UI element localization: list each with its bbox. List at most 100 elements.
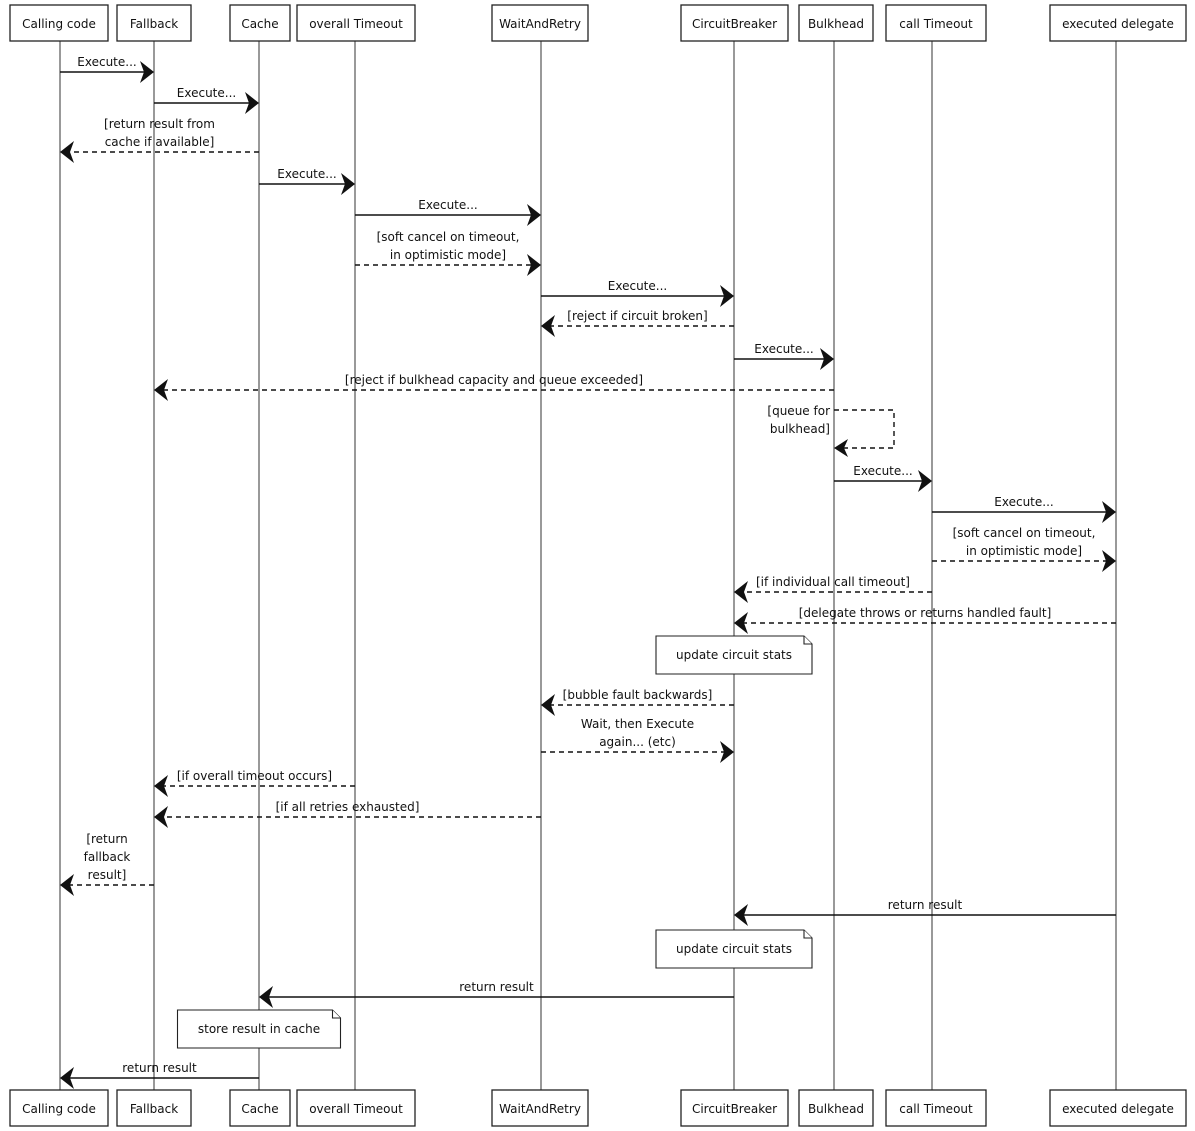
message: Execute...: [834, 464, 932, 492]
message: [if all retries exhausted]: [154, 800, 541, 828]
message: [return result from cache if available]: [60, 117, 259, 163]
participant-top: CircuitBreaker: [680, 4, 789, 42]
note: update circuit stats: [655, 635, 813, 675]
participant-label: call Timeout: [899, 17, 973, 31]
arrowhead: [154, 806, 168, 828]
note: store result in cache: [176, 1009, 342, 1049]
message-label: fallback: [84, 850, 131, 864]
message-label: [queue for: [767, 404, 830, 418]
message-label: Execute...: [77, 55, 136, 69]
participant-label: Fallback: [130, 1102, 178, 1116]
participant-bottom: Calling code: [9, 1089, 109, 1127]
message-label: [soft cancel on timeout,: [953, 526, 1096, 540]
message: Execute...: [541, 279, 734, 307]
message-label: [reject if bulkhead capacity and queue e…: [345, 373, 643, 387]
message-label: Execute...: [754, 342, 813, 356]
sequence-diagram: Calling code Calling code Fallback Fallback…: [9, 4, 1187, 1127]
participant-top: overall Timeout: [296, 4, 416, 42]
message-label: return result: [459, 980, 534, 994]
participant-label: Calling code: [22, 1102, 96, 1116]
participant-label: overall Timeout: [309, 1102, 403, 1116]
participant-bottom: WaitAndRetry: [491, 1089, 589, 1127]
message: [if individual call timeout]: [734, 575, 932, 603]
participant-top: Fallback: [116, 4, 192, 42]
participant-label: executed delegate: [1062, 1102, 1174, 1116]
message-label: result]: [88, 868, 127, 882]
message: [reject if bulkhead capacity and queue e…: [154, 373, 834, 401]
participant-bottom: Cache: [229, 1089, 291, 1127]
message: Wait, then Execute again... (etc): [541, 717, 734, 763]
participant-top: Calling code: [9, 4, 109, 42]
participant-label: Bulkhead: [808, 1102, 864, 1116]
message: [delegate throws or returns handled faul…: [734, 606, 1116, 634]
participant-bottom: Bulkhead: [798, 1089, 874, 1127]
message: Execute...: [60, 55, 154, 83]
message: return result: [60, 1061, 259, 1089]
participant-top: call Timeout: [885, 4, 987, 42]
participant-top: Cache: [229, 4, 291, 42]
note: update circuit stats: [655, 929, 813, 969]
message-label: cache if available]: [105, 135, 215, 149]
message-label: [if individual call timeout]: [756, 575, 910, 589]
participant-label: WaitAndRetry: [499, 17, 581, 31]
message: [if overall timeout occurs]: [154, 769, 355, 797]
participant-bottom: executed delegate: [1049, 1089, 1187, 1127]
message: return result: [734, 898, 1116, 926]
participant-label: Fallback: [130, 17, 178, 31]
participant-label: call Timeout: [899, 1102, 973, 1116]
participant-label: Bulkhead: [808, 17, 864, 31]
participant-top: Bulkhead: [798, 4, 874, 42]
message: Execute...: [932, 495, 1116, 523]
message: Execute...: [734, 342, 834, 370]
message-label: [soft cancel on timeout,: [377, 230, 520, 244]
message-label: Execute...: [994, 495, 1053, 509]
message-label: [if all retries exhausted]: [276, 800, 420, 814]
participant-label: CircuitBreaker: [692, 1102, 777, 1116]
message-label: [return: [86, 832, 127, 846]
participant-label: WaitAndRetry: [499, 1102, 581, 1116]
participant-bottom: overall Timeout: [296, 1089, 416, 1127]
participant-label: Calling code: [22, 17, 96, 31]
message-label: Execute...: [853, 464, 912, 478]
message-label: [if overall timeout occurs]: [177, 769, 332, 783]
note-text: update circuit stats: [676, 942, 792, 956]
participant-label: Cache: [241, 17, 278, 31]
message-label: Wait, then Execute: [581, 717, 694, 731]
arrowhead: [734, 581, 748, 603]
participant-bottom: call Timeout: [885, 1089, 987, 1127]
message: [return fallback result]: [60, 832, 154, 896]
participant-top: executed delegate: [1049, 4, 1187, 42]
message: [soft cancel on timeout, in optimistic mo…: [932, 526, 1116, 572]
message-label: in optimistic mode]: [966, 544, 1082, 558]
participant-top: WaitAndRetry: [491, 4, 589, 42]
message-label: [delegate throws or returns handled faul…: [799, 606, 1052, 620]
message-label: [reject if circuit broken]: [567, 309, 707, 323]
message-label: Execute...: [277, 167, 336, 181]
participant-label: overall Timeout: [309, 17, 403, 31]
participant-bottom: Fallback: [116, 1089, 192, 1127]
message: return result: [259, 980, 734, 1008]
message: Execute...: [355, 198, 541, 226]
note-text: store result in cache: [198, 1022, 320, 1036]
message: [reject if circuit broken]: [541, 309, 734, 337]
participant-label: Cache: [241, 1102, 278, 1116]
message: [queue for bulkhead]: [767, 404, 895, 457]
participant-label: CircuitBreaker: [692, 17, 777, 31]
participant-label: executed delegate: [1062, 17, 1174, 31]
message-label: return result: [888, 898, 963, 912]
arrowhead: [60, 141, 74, 163]
message-label: bulkhead]: [770, 422, 830, 436]
message: [soft cancel on timeout, in optimistic mo…: [355, 230, 541, 276]
message-label: return result: [122, 1061, 197, 1075]
message: [bubble fault backwards]: [541, 688, 734, 716]
message-label: in optimistic mode]: [390, 248, 506, 262]
message-label: again... (etc): [599, 735, 676, 749]
message-label: Execute...: [177, 86, 236, 100]
message-label: [bubble fault backwards]: [563, 688, 713, 702]
message-label: Execute...: [608, 279, 667, 293]
message-label: [return result from: [104, 117, 215, 131]
participant-bottom: CircuitBreaker: [680, 1089, 789, 1127]
message-label: Execute...: [418, 198, 477, 212]
note-text: update circuit stats: [676, 648, 792, 662]
message: Execute...: [259, 167, 355, 195]
